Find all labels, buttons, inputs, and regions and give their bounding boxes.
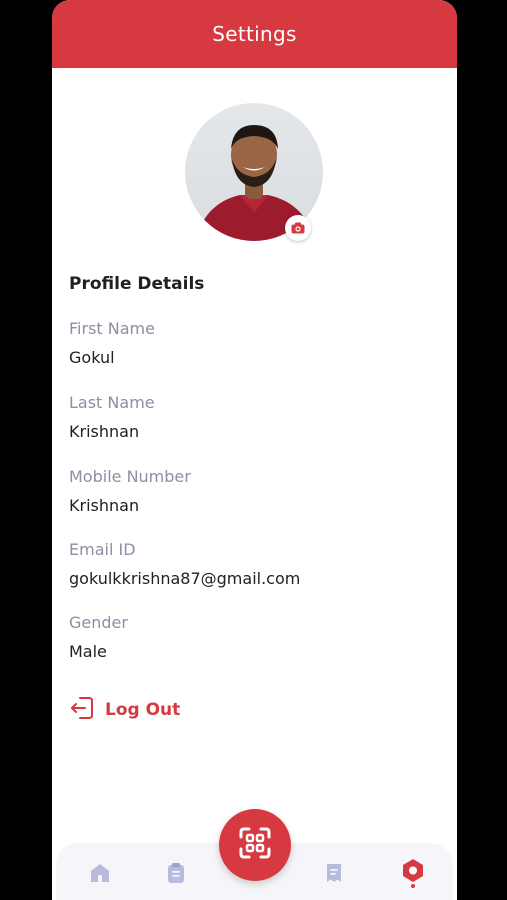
app-screen: Settings Profile Details First Name Goku… xyxy=(52,0,457,900)
field-value: Male xyxy=(69,642,107,661)
clipboard-icon xyxy=(164,861,188,889)
home-icon xyxy=(88,861,112,889)
scan-icon xyxy=(237,825,273,865)
email-field: Email ID gokulkkrishna87@gmail.com xyxy=(69,540,300,588)
nav-bills[interactable] xyxy=(319,860,349,890)
logout-label: Log Out xyxy=(105,700,181,720)
receipt-icon xyxy=(322,861,346,889)
field-value: Krishnan xyxy=(69,422,140,441)
field-value: Gokul xyxy=(69,348,115,367)
field-label: First Name xyxy=(69,319,155,338)
field-label: Mobile Number xyxy=(69,467,191,486)
avatar-container xyxy=(185,103,323,241)
settings-icon xyxy=(400,858,426,892)
logout-button[interactable]: Log Out xyxy=(69,695,180,725)
last-name-field: Last Name Krishnan xyxy=(69,393,155,441)
mobile-number-field: Mobile Number Krishnan xyxy=(69,467,191,515)
first-name-field: First Name Gokul xyxy=(69,319,155,367)
field-label: Email ID xyxy=(69,540,136,559)
logout-icon xyxy=(69,695,95,725)
nav-orders[interactable] xyxy=(161,860,191,890)
header-bar: Settings xyxy=(52,0,457,68)
field-label: Gender xyxy=(69,613,128,632)
page-title: Settings xyxy=(212,22,297,46)
gender-field: Gender Male xyxy=(69,613,128,661)
field-label: Last Name xyxy=(69,393,155,412)
field-value: gokulkkrishna87@gmail.com xyxy=(69,569,301,588)
scan-button[interactable] xyxy=(219,809,291,881)
nav-home[interactable] xyxy=(85,860,115,890)
field-value: Krishnan xyxy=(69,496,140,515)
change-photo-button[interactable] xyxy=(285,215,311,241)
profile-details-heading: Profile Details xyxy=(69,274,205,294)
camera-icon xyxy=(291,219,305,238)
nav-settings[interactable] xyxy=(398,858,428,892)
